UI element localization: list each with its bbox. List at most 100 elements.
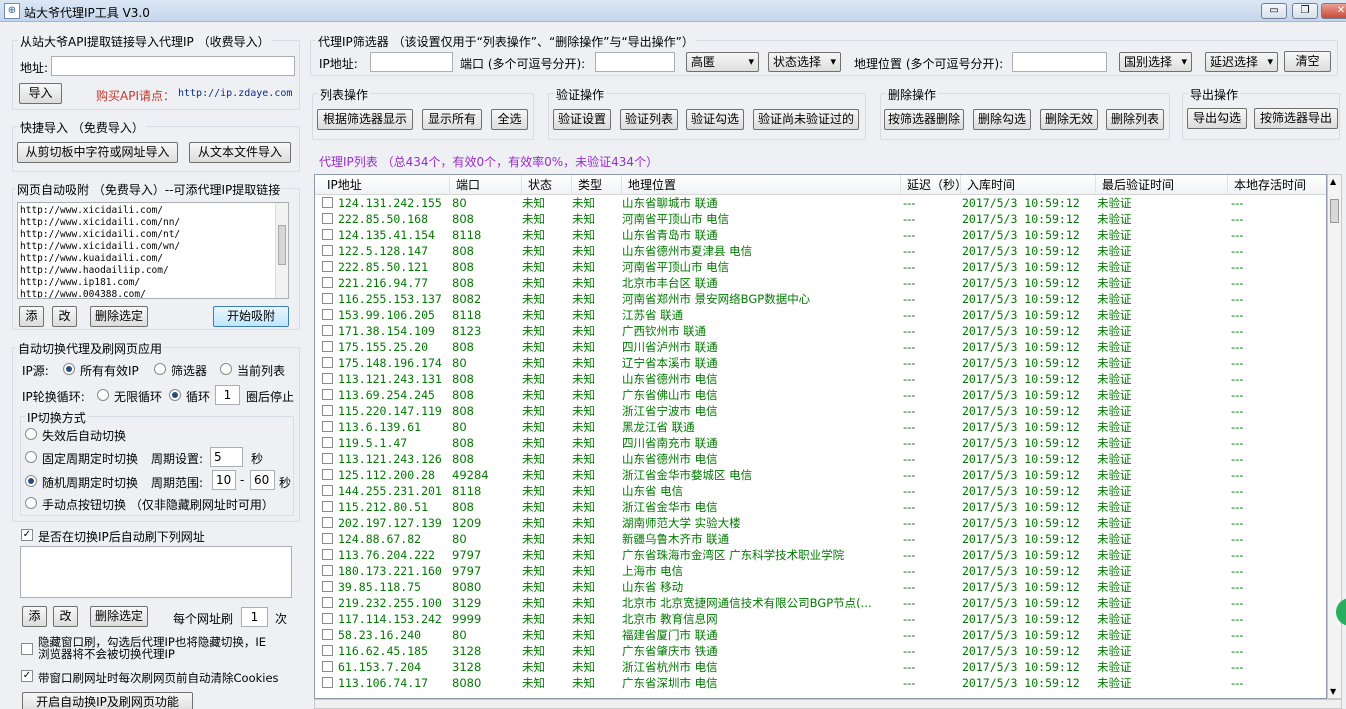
table-row[interactable]: 115.220.147.119 808 未知 未知 浙江省宁波市 电信 --- 2017/5…: [315, 403, 1326, 419]
table-row[interactable]: 116.62.45.185 3128 未知 未知 广东省肇庆市 铁通 --- 2017/5/…: [315, 643, 1326, 659]
table-row[interactable]: 144.255.231.201 8118 未知 未知 山东省 电信 --- 2017/5/3…: [315, 483, 1326, 499]
row-checkbox[interactable]: [322, 549, 333, 560]
row-checkbox[interactable]: [322, 453, 333, 464]
row-checkbox[interactable]: [322, 309, 333, 320]
table-row[interactable]: 222.85.50.121 808 未知 未知 河南省平顶山市 电信 --- 2017/5/…: [315, 259, 1326, 275]
absorb-url-list[interactable]: http://www.xicidaili.com/http://www.xici…: [17, 202, 289, 299]
row-checkbox[interactable]: [322, 581, 333, 592]
verify-checked-button[interactable]: 验证勾选: [686, 109, 744, 130]
loop-count-input[interactable]: 1: [215, 385, 240, 405]
table-row[interactable]: 202.197.127.139 1209 未知 未知 湖南师范大学 实验大楼 --- 201…: [315, 515, 1326, 531]
row-checkbox[interactable]: [322, 373, 333, 384]
loop-infinite-radio[interactable]: [97, 389, 109, 401]
row-checkbox[interactable]: [322, 485, 333, 496]
row-checkbox[interactable]: [322, 629, 333, 640]
column-header[interactable]: 地理位置: [622, 175, 901, 195]
table-row[interactable]: 219.232.255.100 3129 未知 未知 北京市 北京宽捷网通信技术有限公司…: [315, 595, 1326, 611]
mode-on-fail-radio[interactable]: [25, 428, 37, 440]
table-row[interactable]: 125.112.200.28 49284 未知 未知 浙江省金华市婺城区 电信 --- 20…: [315, 467, 1326, 483]
minimize-button[interactable]: ▭: [1261, 3, 1287, 19]
buy-api-link[interactable]: http://ip.zdaye.com: [178, 88, 292, 99]
clear-cookies-checkbox[interactable]: ✓: [21, 670, 33, 682]
table-row[interactable]: 61.153.7.204 3128 未知 未知 浙江省杭州市 电信 --- 2017/5/3…: [315, 659, 1326, 675]
close-button[interactable]: ✕: [1321, 3, 1346, 19]
column-header[interactable]: 端口: [450, 175, 522, 195]
row-checkbox[interactable]: [322, 277, 333, 288]
row-checkbox[interactable]: [322, 677, 333, 688]
table-row[interactable]: 122.5.128.147 808 未知 未知 山东省德州市夏津县 电信 --- 2017/…: [315, 243, 1326, 259]
table-row[interactable]: 124.88.67.82 80 未知 未知 新疆乌鲁木齐市 联通 --- 2017/5/3 …: [315, 531, 1326, 547]
delete-invalid-button[interactable]: 删除无效: [1040, 109, 1098, 130]
row-checkbox[interactable]: [322, 661, 333, 672]
table-row[interactable]: 124.131.242.155 80 未知 未知 山东省聊城市 联通 --- 2017/5/…: [315, 195, 1326, 211]
row-checkbox[interactable]: [322, 613, 333, 624]
row-checkbox[interactable]: [322, 437, 333, 448]
row-checkbox[interactable]: [322, 533, 333, 544]
column-header[interactable]: 入库时间: [961, 175, 1096, 195]
mode-random-radio[interactable]: [25, 475, 37, 487]
row-checkbox[interactable]: [322, 229, 333, 240]
row-checkbox[interactable]: [322, 293, 333, 304]
row-checkbox[interactable]: [322, 197, 333, 208]
table-row[interactable]: 180.173.221.160 9797 未知 未知 上海市 电信 --- 2017/5/3…: [315, 563, 1326, 579]
delay-select[interactable]: 延迟选择: [1205, 52, 1278, 72]
absorb-scrollbar[interactable]: [275, 203, 288, 298]
textfile-import-button[interactable]: 从文本文件导入: [189, 142, 291, 163]
period-input[interactable]: 5: [210, 447, 243, 467]
select-all-button[interactable]: 全选: [491, 109, 528, 130]
refresh-url-list[interactable]: [20, 546, 292, 598]
verify-list-button[interactable]: 验证列表: [620, 109, 678, 130]
table-row[interactable]: 58.23.16.240 80 未知 未知 福建省厦门市 联通 --- 2017/5/3 1…: [315, 627, 1326, 643]
loop-count-radio[interactable]: [169, 389, 181, 401]
export-by-filter-button[interactable]: 按筛选器导出: [1254, 108, 1338, 129]
start-absorb-button[interactable]: 开始吸附: [213, 306, 289, 327]
range-max-input[interactable]: 60: [250, 470, 275, 490]
row-checkbox[interactable]: [322, 501, 333, 512]
source-current-radio[interactable]: [220, 363, 232, 375]
table-row[interactable]: 171.38.154.109 8123 未知 未知 广西钦州市 联通 --- 2017/5/…: [315, 323, 1326, 339]
column-header[interactable]: 本地存活时间: [1228, 175, 1326, 195]
table-horizontal-scrollbar[interactable]: [314, 699, 1342, 709]
clear-filter-button[interactable]: 清空: [1284, 51, 1331, 72]
row-checkbox[interactable]: [322, 517, 333, 528]
table-row[interactable]: 222.85.50.168 808 未知 未知 河南省平顶山市 电信 --- 2017/5/…: [315, 211, 1326, 227]
refresh-edit-button[interactable]: 改: [53, 606, 78, 627]
row-checkbox[interactable]: [322, 421, 333, 432]
absorb-add-button[interactable]: 添: [19, 306, 44, 327]
table-row[interactable]: 119.5.1.47 808 未知 未知 四川省南充市 联通 --- 2017/5/3 10…: [315, 435, 1326, 451]
row-checkbox[interactable]: [322, 405, 333, 416]
clipboard-import-button[interactable]: 从剪切板中字符或网址导入: [17, 142, 178, 163]
row-checkbox[interactable]: [322, 469, 333, 480]
row-checkbox[interactable]: [322, 261, 333, 272]
row-checkbox[interactable]: [322, 565, 333, 576]
table-row[interactable]: 113.121.243.126 808 未知 未知 山东省德州市 电信 --- 2017/5…: [315, 451, 1326, 467]
table-row[interactable]: 115.212.80.51 808 未知 未知 浙江省金华市 电信 --- 2017/5/3…: [315, 499, 1326, 515]
table-row[interactable]: 175.155.25.20 808 未知 未知 四川省泸州市 联通 --- 2017/5/3…: [315, 339, 1326, 355]
show-all-button[interactable]: 显示所有: [422, 109, 482, 130]
anonymity-select[interactable]: 高匿: [686, 52, 759, 72]
api-address-input[interactable]: [51, 56, 295, 76]
auto-refresh-checkbox[interactable]: ✓: [21, 529, 33, 541]
table-row[interactable]: 116.255.153.137 8082 未知 未知 河南省郑州市 景安网络BGP数据中…: [315, 291, 1326, 307]
table-row[interactable]: 221.216.94.77 808 未知 未知 北京市丰台区 联通 --- 2017/5/3…: [315, 275, 1326, 291]
row-checkbox[interactable]: [322, 389, 333, 400]
row-checkbox[interactable]: [322, 645, 333, 656]
table-row[interactable]: 153.99.106.205 8118 未知 未知 江苏省 联通 --- 2017/5/3 …: [315, 307, 1326, 323]
status-select[interactable]: 状态选择: [768, 52, 841, 72]
maximize-button[interactable]: ❐: [1292, 3, 1318, 19]
each-url-count-input[interactable]: 1: [241, 607, 268, 627]
show-by-filter-button[interactable]: 根据筛选器显示: [317, 109, 413, 130]
row-checkbox[interactable]: [322, 341, 333, 352]
absorb-edit-button[interactable]: 改: [52, 306, 77, 327]
import-button[interactable]: 导入: [19, 83, 62, 104]
export-checked-button[interactable]: 导出勾选: [1187, 108, 1247, 129]
table-row[interactable]: 113.121.243.131 808 未知 未知 山东省德州市 电信 --- 2017/5…: [315, 371, 1326, 387]
verify-unverified-button[interactable]: 验证尚未验证过的: [753, 109, 859, 130]
absorb-delete-button[interactable]: 删除选定: [90, 306, 148, 327]
mode-manual-radio[interactable]: [25, 497, 37, 509]
column-header[interactable]: 最后验证时间: [1096, 175, 1228, 195]
verify-settings-button[interactable]: 验证设置: [553, 109, 611, 130]
table-row[interactable]: 113.69.254.245 808 未知 未知 广东省佛山市 电信 --- 2017/5/…: [315, 387, 1326, 403]
row-checkbox[interactable]: [322, 357, 333, 368]
source-filter-radio[interactable]: [154, 363, 166, 375]
